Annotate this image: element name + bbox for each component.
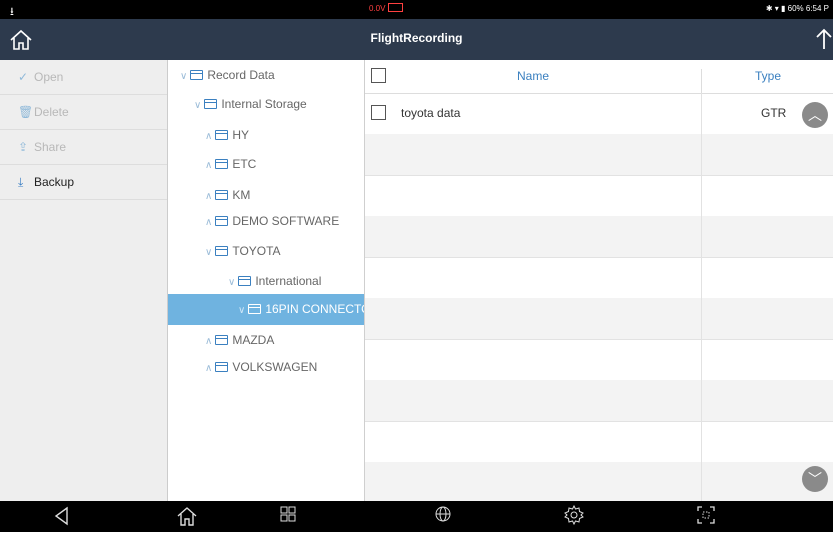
- voltage-readout: 0.0V: [369, 3, 403, 13]
- folder-icon: [215, 216, 229, 226]
- file-table: Name Type toyota data GTR ︿ ﹀: [365, 60, 833, 503]
- table-row-empty: [365, 298, 833, 340]
- folder-icon: [248, 304, 262, 314]
- file-type: GTR: [761, 106, 787, 120]
- tree-node-toyota[interactable]: ∨ TOYOTA: [168, 236, 364, 267]
- folder-icon: [215, 130, 229, 140]
- tree-node-record-data[interactable]: ∨ Record Data: [168, 60, 364, 91]
- column-divider: [701, 93, 702, 134]
- download-icon: ⤓: [18, 175, 24, 189]
- row-checkbox[interactable]: [371, 105, 386, 120]
- open-button[interactable]: ✓ Open: [0, 60, 167, 95]
- page-title: FlightRecording: [370, 31, 463, 45]
- chevron-up-icon: ∧: [205, 217, 213, 228]
- tree-node-hy[interactable]: ∧ HY: [168, 120, 364, 151]
- tree-node-international[interactable]: ∨ International: [168, 266, 364, 297]
- action-sidebar: ✓ Open 🗑Delete ⇪ Share ⤓ Backup: [0, 60, 168, 501]
- browser-button[interactable]: [431, 505, 455, 527]
- up-button[interactable]: [813, 27, 833, 51]
- chevron-down-icon: ∨: [238, 305, 246, 316]
- share-icon: ⇪: [18, 140, 29, 154]
- back-icon: [54, 506, 68, 526]
- column-divider: [701, 298, 702, 339]
- backup-button[interactable]: ⤓ Backup: [0, 165, 167, 200]
- table-row-empty: [365, 134, 833, 176]
- table-row[interactable]: toyota data GTR: [365, 93, 833, 135]
- chevron-up-icon: ∧: [205, 336, 213, 347]
- table-row-empty: [365, 421, 833, 463]
- folder-icon: [215, 190, 229, 200]
- table-row-empty: [365, 339, 833, 381]
- column-divider: [701, 175, 702, 216]
- arrow-up-icon: [816, 28, 832, 49]
- grid-icon: [280, 506, 296, 522]
- screenshot-icon: [697, 506, 715, 524]
- chevron-up-icon: ∧: [205, 191, 213, 202]
- folder-icon: [215, 335, 229, 345]
- column-divider: [701, 134, 702, 175]
- chevron-down-icon: ∨: [205, 247, 213, 258]
- column-divider: [701, 462, 702, 503]
- status-bar: ⭳ 0.0V ✱ ▾ ▮ 60% 6:54 P: [0, 0, 833, 19]
- chevron-up-icon: ︿: [808, 107, 822, 123]
- chevron-down-icon: ﹀: [808, 471, 822, 487]
- column-divider: [701, 216, 702, 257]
- app-bar: FlightRecording: [0, 19, 833, 60]
- gear-icon: [564, 504, 584, 526]
- delete-button[interactable]: 🗑Delete: [0, 95, 167, 130]
- status-indicators: ✱ ▾ ▮ 60% 6:54 P: [765, 4, 829, 13]
- globe-icon: [435, 506, 451, 522]
- column-header-type[interactable]: Type: [701, 69, 833, 93]
- recent-apps-button[interactable]: [276, 505, 300, 527]
- table-header: Name Type: [365, 60, 833, 94]
- table-row-empty: [365, 380, 833, 422]
- home-icon: [177, 507, 197, 526]
- chevron-up-icon: ∧: [205, 160, 213, 171]
- folder-icon: [215, 246, 229, 256]
- folder-icon: [215, 159, 229, 169]
- tree-node-demo-software[interactable]: ∧ DEMO SOFTWARE: [168, 206, 364, 237]
- column-divider: [701, 339, 702, 380]
- table-row-empty: [365, 175, 833, 217]
- back-button[interactable]: [50, 505, 74, 527]
- column-divider: [701, 257, 702, 298]
- check-icon: ✓: [18, 70, 29, 84]
- table-row-empty: [365, 257, 833, 299]
- folder-tree: ∨ Record Data ∨ Internal Storage ∧ HY ∧ ETC …: [168, 60, 365, 501]
- table-row-empty: [365, 216, 833, 258]
- file-name: toyota data: [401, 106, 461, 120]
- chevron-down-icon: ∨: [180, 71, 188, 82]
- settings-button[interactable]: [562, 504, 586, 527]
- tree-node-etc[interactable]: ∧ ETC: [168, 149, 364, 180]
- chevron-down-icon: ∨: [228, 277, 236, 288]
- scroll-down-button[interactable]: ﹀: [802, 466, 828, 492]
- chevron-up-icon: ∧: [205, 131, 213, 142]
- tree-node-internal-storage[interactable]: ∨ Internal Storage: [168, 89, 364, 120]
- column-divider: [701, 421, 702, 462]
- chevron-up-icon: ∧: [205, 363, 213, 374]
- table-row-empty: [365, 462, 833, 503]
- folder-icon: [204, 99, 218, 109]
- folder-icon: [215, 362, 229, 372]
- share-button[interactable]: ⇪ Share: [0, 130, 167, 165]
- tree-node-16pin-connector[interactable]: ∨ 16PIN CONNECTO: [168, 294, 364, 325]
- folder-icon: [190, 70, 204, 80]
- column-divider: [701, 380, 702, 421]
- scroll-up-button[interactable]: ︿: [802, 102, 828, 128]
- chevron-down-icon: ∨: [194, 100, 202, 111]
- screenshot-button[interactable]: [694, 505, 718, 527]
- tree-node-volkswagen[interactable]: ∧ VOLKSWAGEN: [168, 352, 364, 383]
- folder-icon: [238, 276, 252, 286]
- column-header-name[interactable]: Name: [365, 69, 701, 83]
- trash-icon: 🗑: [18, 105, 34, 119]
- battery-warning-icon: [387, 3, 403, 12]
- home-nav-button[interactable]: [175, 505, 199, 527]
- system-nav-bar: [0, 501, 833, 532]
